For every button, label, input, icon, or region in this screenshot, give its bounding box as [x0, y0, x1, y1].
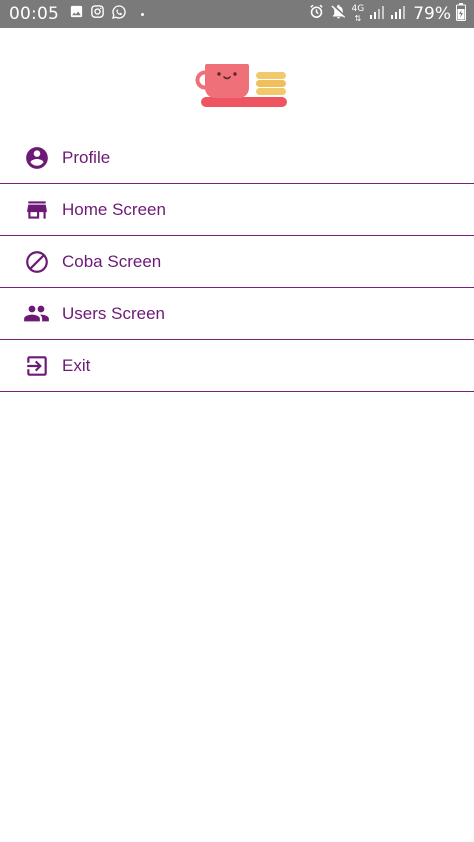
menu-label-profile: Profile — [62, 147, 111, 167]
alarm-icon — [308, 3, 325, 25]
battery-icon — [456, 2, 466, 26]
network-type-label: 4G — [351, 4, 365, 14]
image-icon — [69, 4, 84, 24]
menu-item-coba-screen[interactable]: Coba Screen — [0, 236, 474, 288]
mute-icon — [330, 3, 347, 25]
data-arrows-icon: ⇅ — [354, 14, 362, 23]
app-logo — [195, 60, 289, 112]
menu-item-profile[interactable]: Profile — [0, 132, 474, 184]
system-icons: 4G ⇅ 79% — [308, 2, 466, 26]
signal-icon — [369, 4, 385, 25]
whatsapp-icon — [111, 4, 127, 25]
store-icon — [23, 196, 50, 223]
menu-label-exit: Exit — [62, 355, 91, 375]
instagram-icon — [90, 4, 105, 24]
battery-percent: 79% — [413, 4, 451, 24]
coffee-cup-with-cookies-logo — [195, 64, 287, 107]
menu-item-users-screen[interactable]: Users Screen — [0, 288, 474, 340]
status-time: 00:05 — [9, 4, 59, 24]
people-icon — [23, 300, 50, 327]
network-type: 4G ⇅ — [351, 4, 365, 24]
menu-label-home-screen: Home Screen — [62, 199, 166, 219]
notification-dot — [141, 12, 144, 16]
notification-icons — [69, 4, 144, 25]
account-circle-icon — [23, 144, 50, 171]
block-icon — [23, 248, 50, 275]
menu-item-home-screen[interactable]: Home Screen — [0, 184, 474, 236]
drawer-menu: Profile Home Screen Coba Screen Users Sc… — [0, 132, 474, 392]
exit-icon — [23, 352, 50, 379]
app-screen: 00:05 4G ⇅ 79% Profile Home Screen Coba … — [0, 0, 474, 842]
menu-item-exit[interactable]: Exit — [0, 340, 474, 392]
menu-label-coba-screen: Coba Screen — [62, 251, 162, 271]
signal-icon-2 — [390, 4, 406, 25]
status-bar: 00:05 4G ⇅ 79% — [0, 0, 474, 28]
menu-label-users-screen: Users Screen — [62, 303, 165, 323]
